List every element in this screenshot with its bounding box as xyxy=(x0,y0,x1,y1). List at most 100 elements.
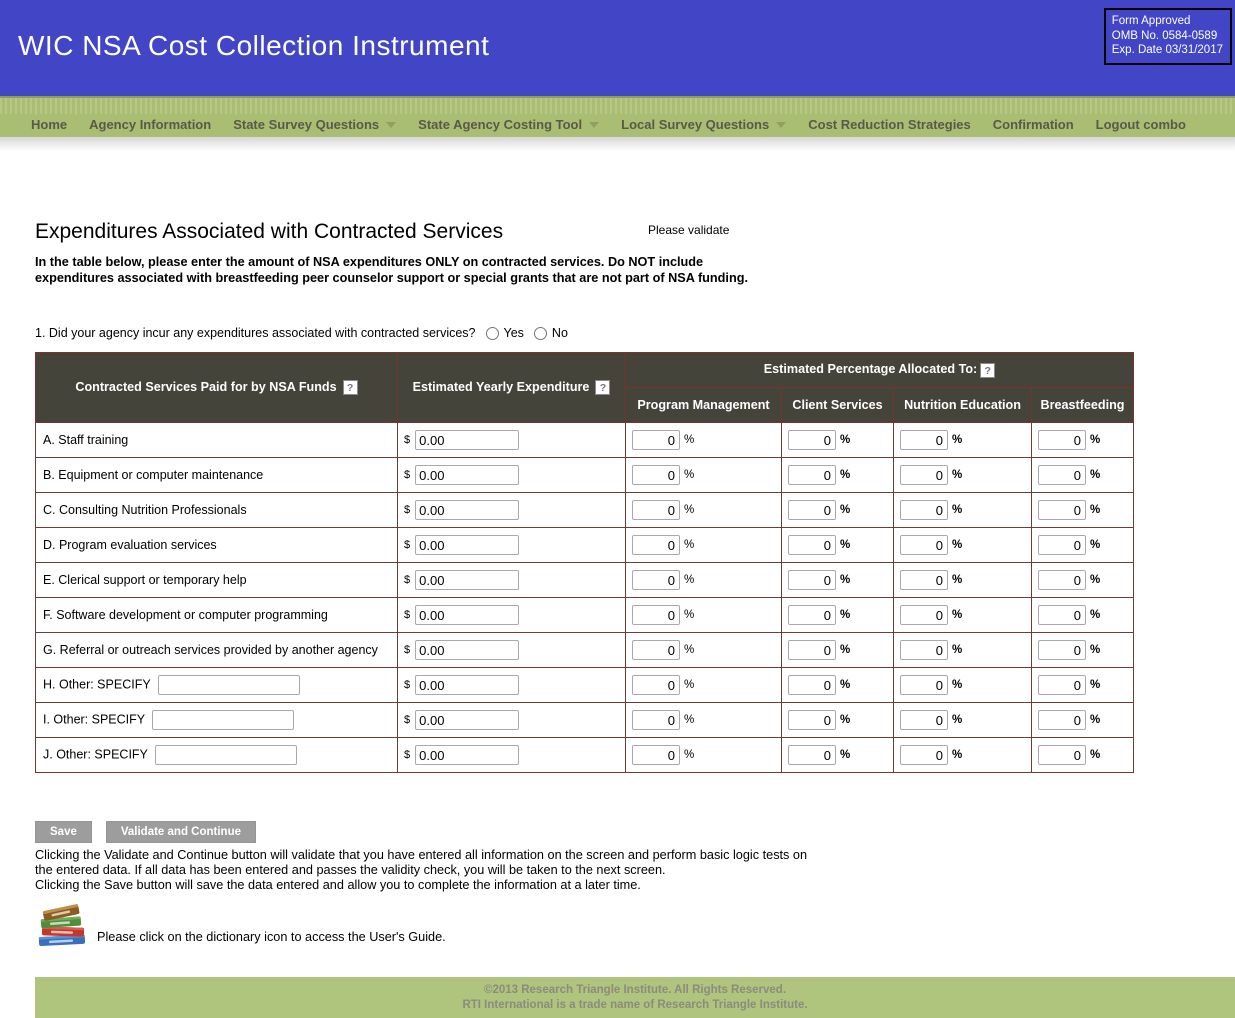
percentage-input[interactable] xyxy=(632,570,680,590)
percentage-input[interactable] xyxy=(1038,675,1086,695)
amount-input[interactable] xyxy=(415,675,519,695)
table-row: H. Other: SPECIFY$%%%% xyxy=(36,668,1134,703)
amount-input[interactable] xyxy=(415,570,519,590)
percentage-input[interactable] xyxy=(900,570,948,590)
table-row: I. Other: SPECIFY$%%%% xyxy=(36,703,1134,738)
percentage-input[interactable] xyxy=(788,745,836,765)
service-label: G. Referral or outreach services provide… xyxy=(43,643,378,657)
amount-input[interactable] xyxy=(415,640,519,660)
percentage-input[interactable] xyxy=(632,605,680,625)
percentage-input[interactable] xyxy=(900,465,948,485)
app-title: WIC NSA Cost Collection Instrument xyxy=(18,30,489,62)
percentage-input[interactable] xyxy=(1038,570,1086,590)
question-1-option-yes[interactable]: Yes xyxy=(486,326,524,340)
nav-item-state-agency-costing-tool[interactable]: State Agency Costing Tool xyxy=(407,117,610,132)
no-radio[interactable] xyxy=(534,327,547,340)
yearly-expenditure-cell: $ xyxy=(398,738,626,773)
percentage-input[interactable] xyxy=(1038,430,1086,450)
percent-sign: % xyxy=(1090,609,1100,621)
percentage-input[interactable] xyxy=(788,710,836,730)
nav-item-local-survey-questions[interactable]: Local Survey Questions xyxy=(610,117,797,132)
nav-item-label: State Survey Questions xyxy=(233,117,379,132)
nav-item-agency-information[interactable]: Agency Information xyxy=(78,117,222,132)
specify-input[interactable] xyxy=(155,745,297,765)
percentage-input[interactable] xyxy=(632,465,680,485)
percentage-input[interactable] xyxy=(900,535,948,555)
service-label-cell: J. Other: SPECIFY xyxy=(36,738,398,773)
percent-sign: % xyxy=(1090,469,1100,481)
nav-item-state-survey-questions[interactable]: State Survey Questions xyxy=(222,117,407,132)
dollar-sign: $ xyxy=(404,504,410,516)
validate-and-continue-button[interactable]: Validate and Continue xyxy=(106,821,256,843)
percentage-input[interactable] xyxy=(1038,745,1086,765)
table-row: G. Referral or outreach services provide… xyxy=(36,633,1134,668)
amount-input[interactable] xyxy=(415,710,519,730)
percentage-cell: % xyxy=(782,738,894,773)
amount-input[interactable] xyxy=(415,500,519,520)
percentage-input[interactable] xyxy=(788,640,836,660)
yes-radio[interactable] xyxy=(486,327,499,340)
percentage-input[interactable] xyxy=(900,675,948,695)
col-header-breastfeeding: Breastfeeding xyxy=(1032,388,1134,423)
app-header: WIC NSA Cost Collection Instrument Form … xyxy=(0,0,1235,96)
percentage-input[interactable] xyxy=(632,640,680,660)
amount-input[interactable] xyxy=(415,745,519,765)
nav-item-logout-combo[interactable]: Logout combo xyxy=(1085,117,1197,132)
percentage-cell: % xyxy=(782,528,894,563)
percentage-cell: % xyxy=(1032,598,1134,633)
percentage-input[interactable] xyxy=(788,430,836,450)
percentage-input[interactable] xyxy=(788,675,836,695)
percent-sign: % xyxy=(684,749,694,761)
percentage-input[interactable] xyxy=(1038,605,1086,625)
service-label-cell: I. Other: SPECIFY xyxy=(36,703,398,738)
percentage-input[interactable] xyxy=(900,745,948,765)
percentage-input[interactable] xyxy=(900,500,948,520)
amount-input[interactable] xyxy=(415,465,519,485)
help-icon[interactable]: ? xyxy=(343,380,358,395)
percentage-input[interactable] xyxy=(788,605,836,625)
save-button[interactable]: Save xyxy=(35,821,92,843)
help-icon[interactable]: ? xyxy=(980,363,995,378)
percentage-input[interactable] xyxy=(788,500,836,520)
percentage-input[interactable] xyxy=(900,640,948,660)
percentage-input[interactable] xyxy=(788,570,836,590)
percentage-input[interactable] xyxy=(1038,535,1086,555)
percentage-input[interactable] xyxy=(900,605,948,625)
nav-item-cost-reduction-strategies[interactable]: Cost Reduction Strategies xyxy=(797,117,982,132)
specify-input[interactable] xyxy=(152,710,294,730)
specify-input[interactable] xyxy=(158,675,300,695)
amount-input[interactable] xyxy=(415,605,519,625)
percentage-input[interactable] xyxy=(1038,640,1086,660)
percentage-input[interactable] xyxy=(632,430,680,450)
amount-input[interactable] xyxy=(415,535,519,555)
service-label: I. Other: SPECIFY xyxy=(43,712,145,726)
percentage-input[interactable] xyxy=(900,430,948,450)
nav-item-home[interactable]: Home xyxy=(20,117,78,132)
percentage-cell: % xyxy=(894,458,1032,493)
yearly-expenditure-cell: $ xyxy=(398,458,626,493)
percentage-input[interactable] xyxy=(788,465,836,485)
percentage-input[interactable] xyxy=(1038,465,1086,485)
percentage-input[interactable] xyxy=(1038,500,1086,520)
percent-sign: % xyxy=(1090,504,1100,516)
percent-sign: % xyxy=(1090,714,1100,726)
percent-sign: % xyxy=(840,469,850,481)
dictionary-icon[interactable] xyxy=(35,901,87,947)
percentage-input[interactable] xyxy=(788,535,836,555)
percentage-input[interactable] xyxy=(632,675,680,695)
percentage-input[interactable] xyxy=(632,535,680,555)
question-1-option-no[interactable]: No xyxy=(534,326,568,340)
percentage-input[interactable] xyxy=(1038,710,1086,730)
percentage-cell: % xyxy=(782,598,894,633)
nav-item-confirmation[interactable]: Confirmation xyxy=(982,117,1085,132)
amount-input[interactable] xyxy=(415,430,519,450)
percentage-input[interactable] xyxy=(632,745,680,765)
percentage-input[interactable] xyxy=(632,500,680,520)
percent-sign: % xyxy=(684,539,694,551)
table-row: E. Clerical support or temporary help$%%… xyxy=(36,563,1134,598)
question-1-row: 1. Did your agency incur any expenditure… xyxy=(35,326,1133,340)
service-label: H. Other: SPECIFY xyxy=(43,677,151,691)
help-icon[interactable]: ? xyxy=(595,380,610,395)
percentage-input[interactable] xyxy=(632,710,680,730)
percentage-input[interactable] xyxy=(900,710,948,730)
